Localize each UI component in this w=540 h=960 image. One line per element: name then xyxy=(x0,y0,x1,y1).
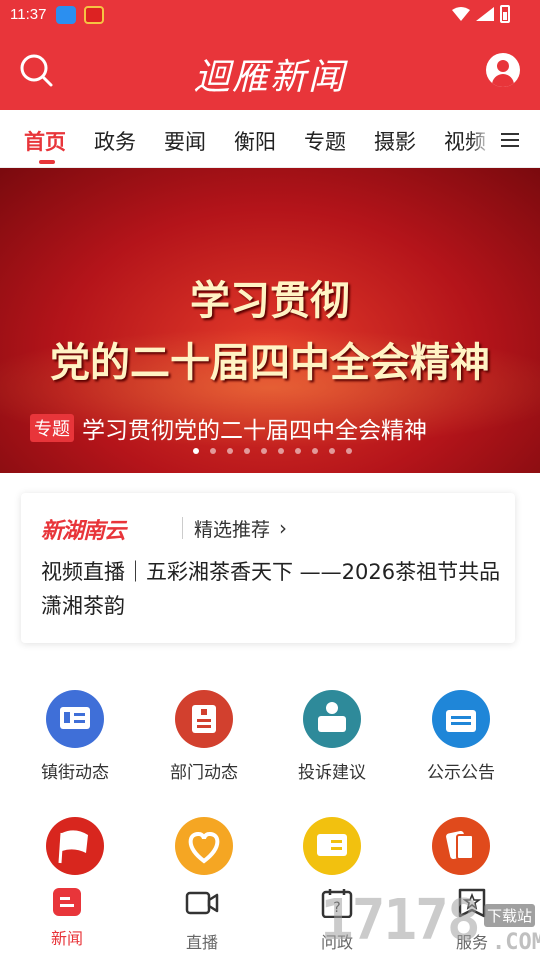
carousel-dot[interactable] xyxy=(193,448,199,454)
flag-glyph xyxy=(58,830,88,864)
recommend-divider xyxy=(182,517,183,539)
service-heart[interactable] xyxy=(144,817,264,875)
clipboard-glyph xyxy=(192,705,216,733)
watermark-number: 17178 xyxy=(320,888,481,953)
glyph-line xyxy=(197,719,211,722)
card-front-shape xyxy=(456,834,474,860)
service-cards[interactable] xyxy=(401,817,521,875)
carousel-dot[interactable] xyxy=(329,448,335,454)
category-tabs: 首页 政务 要闻 衡阳 专题 摄影 视频 xyxy=(0,110,540,168)
heart-icon xyxy=(175,817,233,875)
carousel-dot[interactable] xyxy=(210,448,216,454)
featured-banner[interactable]: 学习贯彻 党的二十届四中全会精神 专题 学习贯彻党的二十届四中全会精神 xyxy=(0,168,540,473)
clipboard-star-icon xyxy=(175,690,233,748)
glyph-line xyxy=(197,725,211,728)
tab-government[interactable]: 政务 xyxy=(94,126,136,156)
signal-icon xyxy=(476,7,494,21)
banner-caption: 专题 学习贯彻党的二十届四中全会精神 xyxy=(30,411,427,445)
carousel-indicator xyxy=(193,448,352,454)
tab-home[interactable]: 首页 xyxy=(24,126,66,156)
carousel-dot[interactable] xyxy=(244,448,250,454)
recommend-card[interactable]: 新湖南云 精选推荐 › 视频直播｜五彩湘茶香天下 ——2026茶祖节共品潇湘茶韵 xyxy=(21,493,515,643)
service-label: 公示公告 xyxy=(427,763,495,783)
tab-headlines[interactable]: 要闻 xyxy=(164,126,206,156)
notice-board-glyph xyxy=(446,710,476,732)
news-tab-icon xyxy=(50,888,84,918)
carousel-dot[interactable] xyxy=(227,448,233,454)
person-desk-shape xyxy=(318,716,346,732)
cards-icon xyxy=(432,817,490,875)
watermark-label: 下载站 xyxy=(484,904,536,927)
heart-glyph xyxy=(188,832,220,864)
profile-body-shape xyxy=(492,74,514,87)
xinhunanyun-logo: 新湖南云 xyxy=(41,519,126,544)
top-app-bar: 11:37 迴雁新闻 xyxy=(0,0,540,110)
service-dept-news[interactable]: 部门动态 xyxy=(144,690,264,783)
wifi-icon xyxy=(452,7,470,21)
news-card-glyph xyxy=(60,707,90,729)
news-tab-icon-line xyxy=(60,904,74,907)
nav-label: 直播 xyxy=(185,933,218,952)
carousel-dot[interactable] xyxy=(346,448,352,454)
newspaper-glyph xyxy=(317,834,347,856)
status-bar: 11:37 xyxy=(0,0,540,30)
app-notification-icon xyxy=(84,6,104,24)
banner-headline-line2: 党的二十届四中全会精神 xyxy=(50,339,490,386)
service-label: 部门动态 xyxy=(170,763,238,783)
service-town-news[interactable]: 镇街动态 xyxy=(15,690,135,783)
glyph-line xyxy=(74,720,85,723)
service-party-flag[interactable] xyxy=(15,817,135,875)
menu-icon[interactable] xyxy=(496,130,524,150)
nav-news[interactable]: 新闻 xyxy=(27,888,107,949)
video-camera-icon xyxy=(185,891,219,915)
news-card-icon xyxy=(46,690,104,748)
service-notices[interactable]: 公示公告 xyxy=(401,690,521,783)
glyph-square xyxy=(64,712,70,723)
complaint-person-icon xyxy=(303,690,361,748)
glyph-line xyxy=(331,847,342,850)
profile-head-shape xyxy=(497,60,509,72)
carousel-dot[interactable] xyxy=(261,448,267,454)
glyph-line xyxy=(74,713,85,716)
service-complaints[interactable]: 投诉建议 xyxy=(272,690,392,783)
profile-icon[interactable] xyxy=(486,53,520,87)
person-head-shape xyxy=(326,702,338,714)
tabs-fade-overlay xyxy=(470,110,492,167)
carousel-dot[interactable] xyxy=(312,448,318,454)
glyph-line xyxy=(451,716,471,719)
news-tab-icon-bg xyxy=(53,888,81,916)
status-indicators xyxy=(452,5,510,23)
recommend-headline[interactable]: 视频直播｜五彩湘茶香天下 ——2026茶祖节共品潇湘茶韵 xyxy=(41,555,501,623)
status-time: 11:37 xyxy=(10,6,47,23)
download-notification-icon xyxy=(56,6,76,24)
news-tab-icon-line xyxy=(60,897,70,900)
carousel-dot[interactable] xyxy=(278,448,284,454)
recommend-label[interactable]: 精选推荐 xyxy=(194,515,270,542)
banner-topic-tag: 专题 xyxy=(30,414,74,442)
glyph-line xyxy=(331,840,342,843)
party-flag-icon xyxy=(46,817,104,875)
tab-active-indicator xyxy=(39,160,55,164)
banner-headline-line1: 学习贯彻 xyxy=(190,277,350,324)
banner-caption-text: 学习贯彻党的二十届四中全会精神 xyxy=(82,418,427,444)
service-party-newspaper[interactable] xyxy=(272,817,392,875)
tab-topics[interactable]: 专题 xyxy=(304,126,346,156)
service-label: 镇街动态 xyxy=(41,763,109,783)
notice-board-icon xyxy=(432,690,490,748)
party-newspaper-icon xyxy=(303,817,361,875)
app-title: 迴雁新闻 xyxy=(193,57,346,98)
watermark-suffix: .COM xyxy=(492,930,540,955)
glyph-star xyxy=(201,709,207,715)
service-label: 投诉建议 xyxy=(298,763,366,783)
tab-photography[interactable]: 摄影 xyxy=(374,126,416,156)
nav-label: 新闻 xyxy=(50,929,83,948)
battery-icon xyxy=(500,5,510,23)
tab-hengyang[interactable]: 衡阳 xyxy=(234,126,276,156)
chevron-right-icon[interactable]: › xyxy=(279,516,287,540)
glyph-line xyxy=(451,722,471,725)
nav-live[interactable]: 直播 xyxy=(162,888,242,953)
carousel-dot[interactable] xyxy=(295,448,301,454)
site-watermark: 17178 下载站 .COM xyxy=(320,882,540,960)
